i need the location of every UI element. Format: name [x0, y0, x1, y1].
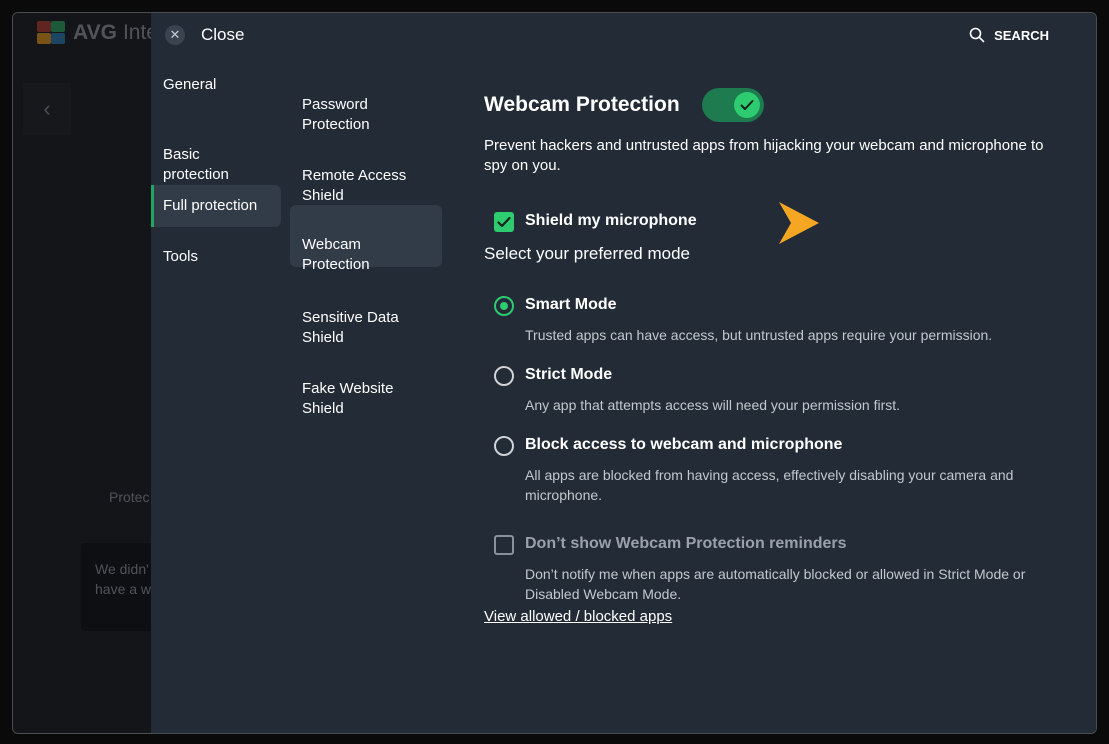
nav-item-label: Sensitive Data Shield — [302, 309, 399, 346]
reminders-description: Don’t notify me when apps are automatica… — [525, 566, 1026, 602]
avg-logo-text: AVG — [73, 21, 117, 44]
nav-item-sensitive-data-shield[interactable]: Sensitive Data Shield — [290, 286, 442, 346]
view-allowed-blocked-apps-link[interactable]: View allowed / blocked apps — [484, 608, 672, 625]
nav-item-label: Webcam Protection — [302, 236, 370, 273]
nav-item-general[interactable]: General — [151, 73, 281, 97]
close-icon: ✕ — [165, 25, 185, 45]
title-row: Webcam Protection — [484, 88, 764, 122]
smart-mode-radio[interactable] — [494, 296, 514, 316]
search-label: SEARCH — [994, 27, 1049, 43]
pointer-arrow-icon — [779, 202, 819, 244]
feature-description: Prevent hackers and untrusted apps from … — [484, 137, 1044, 174]
checkmark-icon — [497, 216, 511, 228]
app-window: AVG Inte ‹ Protec We didn' have a w ✕ Cl… — [12, 12, 1097, 734]
page-title: Webcam Protection — [484, 93, 680, 116]
strict-mode-radio[interactable] — [494, 366, 514, 386]
nav-item-label: Full protection — [163, 197, 258, 214]
nav-item-label: Fake Website Shield — [302, 380, 394, 417]
chevron-left-icon: ‹ — [43, 96, 51, 121]
nav-item-label: Password Protection — [302, 96, 370, 133]
strict-mode-title: Strict Mode — [525, 366, 613, 383]
webcam-protection-toggle[interactable] — [701, 88, 764, 122]
back-button[interactable]: ‹ — [23, 83, 71, 135]
nav-item-label: Remote Access Shield — [302, 167, 407, 204]
block-access-radio[interactable] — [494, 436, 514, 456]
background-card-text: We didn' have a w — [95, 561, 152, 597]
checkmark-icon — [733, 92, 760, 118]
nav-item-full-protection[interactable]: Full protection — [151, 185, 281, 227]
strict-mode-description: Any app that attempts access will need y… — [525, 397, 901, 413]
settings-panel: ✕ Close SEARCH General Basic protection … — [151, 13, 1096, 733]
search-button[interactable]: SEARCH — [969, 27, 1049, 43]
shield-microphone-label: Shield my microphone — [525, 212, 697, 229]
background-card: We didn' have a w — [81, 543, 161, 631]
nav-item-webcam-protection[interactable]: Webcam Protection — [290, 205, 442, 273]
avg-logo: AVG Inte — [37, 21, 158, 45]
search-icon — [969, 27, 985, 43]
nav-item-label: Basic protection — [163, 146, 229, 183]
mode-section-label: Select your preferred mode — [484, 244, 690, 263]
nav-item-label: General — [163, 76, 217, 93]
block-access-description: All apps are blocked from having access,… — [525, 467, 1014, 503]
background-status-text: Protec — [109, 489, 150, 505]
smart-mode-title: Smart Mode — [525, 296, 617, 313]
shield-microphone-checkbox[interactable] — [494, 212, 514, 232]
nav-item-label: Tools — [163, 248, 199, 265]
nav-item-remote-access-shield[interactable]: Remote Access Shield — [290, 144, 442, 204]
reminders-checkbox[interactable] — [494, 535, 514, 555]
avg-logo-icon — [37, 21, 67, 45]
close-label: Close — [201, 25, 245, 44]
nav-item-fake-website-shield[interactable]: Fake Website Shield — [290, 357, 442, 417]
nav-item-tools[interactable]: Tools — [151, 245, 281, 269]
smart-mode-description: Trusted apps can have access, but untrus… — [525, 327, 993, 343]
nav-item-password-protection[interactable]: Password Protection — [290, 73, 442, 133]
reminders-label: Don’t show Webcam Protection reminders — [525, 535, 847, 552]
block-access-title: Block access to webcam and microphone — [525, 436, 843, 453]
close-button[interactable]: ✕ Close — [165, 25, 244, 45]
nav-item-basic-protection[interactable]: Basic protection — [151, 123, 281, 183]
background-app: AVG Inte ‹ Protec We didn' have a w — [13, 13, 161, 733]
